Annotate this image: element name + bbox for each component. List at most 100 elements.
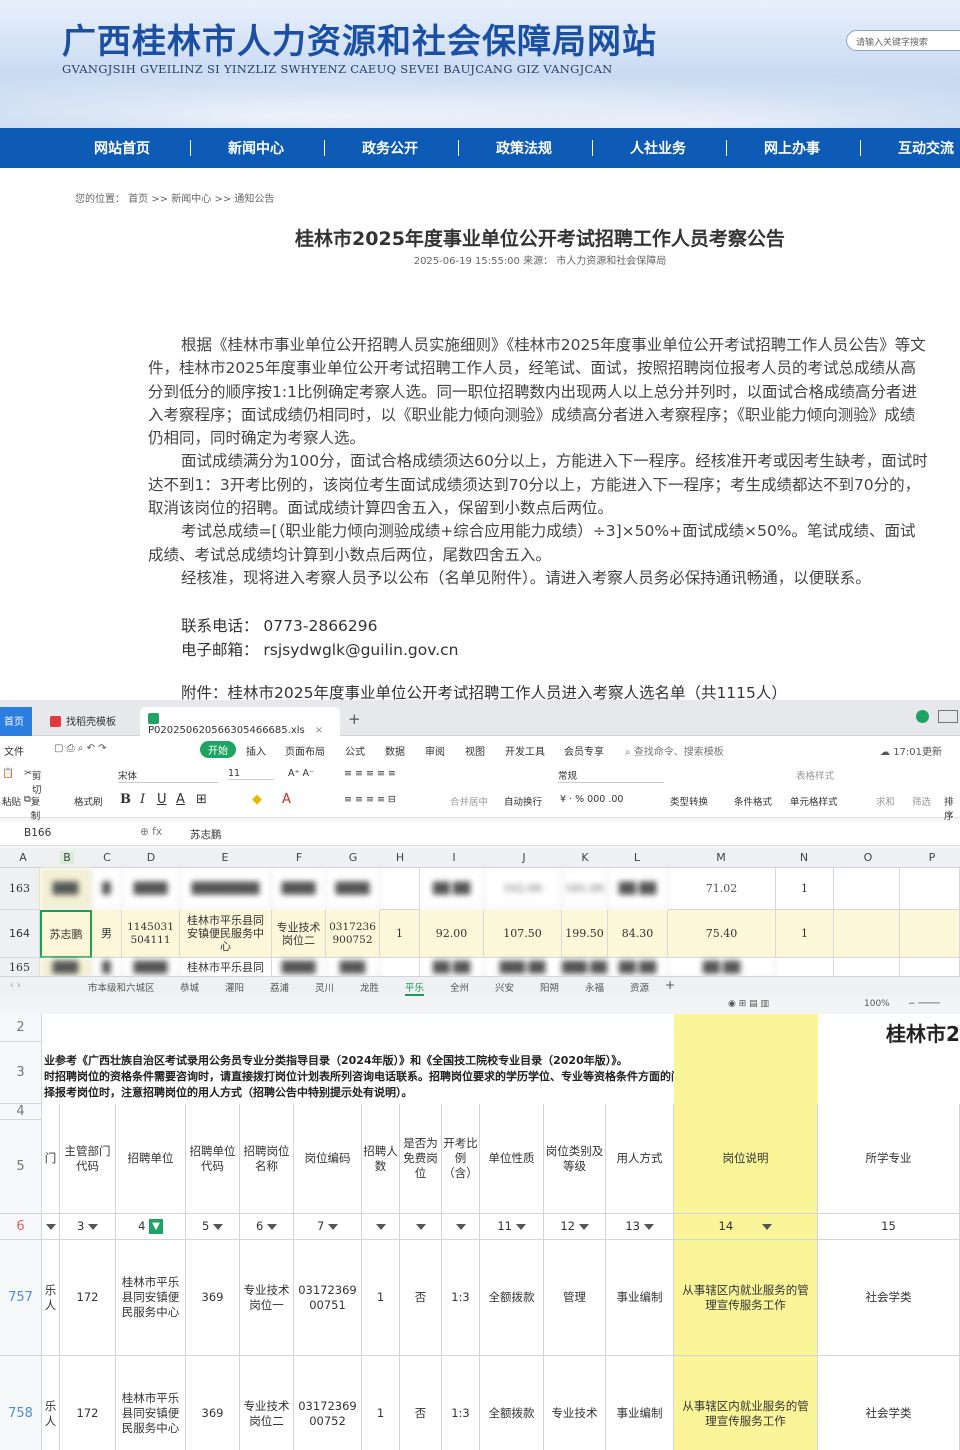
cell[interactable] (900, 868, 960, 910)
cell-unit-code[interactable]: 369 (186, 1356, 240, 1450)
column-header[interactable]: P (925, 851, 939, 864)
zoom-slider[interactable]: − ──── (908, 999, 940, 1009)
cell-desc[interactable]: 从事辖区内就业服务的管理宣传服务工作 (674, 1240, 818, 1356)
row-number[interactable]: 163 (0, 868, 40, 910)
cell[interactable] (380, 868, 420, 910)
paste-button[interactable]: 📋 (2, 768, 14, 779)
conditional-format-button[interactable]: 条件格式 (734, 794, 772, 808)
merge-button[interactable]: 合并居中 (450, 794, 488, 808)
menu-insert[interactable]: 插入 (246, 743, 266, 758)
row-number[interactable]: 6 (0, 1214, 42, 1240)
sheet-tab[interactable]: 市本级和六城区 (88, 980, 155, 994)
cell-unit[interactable]: 桂林市平乐县同 (180, 958, 272, 978)
cell-name-selected[interactable]: 苏志鹏 (40, 910, 92, 958)
zoom-level[interactable]: 100% (864, 999, 890, 1009)
active-filter-icon[interactable]: ▼ (149, 1219, 163, 1234)
font-select[interactable]: 宋体 (118, 768, 218, 783)
filter-cell[interactable] (362, 1214, 400, 1240)
cell-reference-box[interactable]: B166 (24, 827, 51, 839)
cell-post-code[interactable]: 0317236900751 (294, 1240, 362, 1356)
sheet-tab[interactable]: 恭城 (180, 980, 199, 994)
wrap-text-button[interactable]: 自动换行 (504, 794, 542, 808)
column-header[interactable]: H (393, 851, 407, 864)
cell-post[interactable]: 专业技术岗位二 (240, 1356, 294, 1450)
align-icons[interactable]: ≡ ≡ ≡ ≡ ≡ (344, 768, 396, 779)
cell-written[interactable]: 92.00 (420, 910, 484, 958)
sheet-tab[interactable]: 兴安 (495, 980, 514, 994)
filter-dropdown-icon[interactable] (515, 1223, 526, 1230)
cell-nature[interactable]: 全额拨款 (480, 1240, 544, 1356)
cell-comprehensive[interactable]: 107.50 (484, 910, 562, 958)
menu-page-layout[interactable]: 页面布局 (285, 743, 325, 758)
nav-home[interactable]: 网站首页 (94, 138, 150, 158)
row-number[interactable]: 757 (0, 1240, 42, 1356)
sheet-nav-arrows[interactable]: ‹ › (10, 980, 21, 991)
convert-button[interactable]: 类型转换 (670, 794, 708, 808)
sheet-tab[interactable]: 灌阳 (225, 980, 244, 994)
cell-total-written[interactable]: 199.50 (562, 910, 608, 958)
cell-hire[interactable]: 事业编制 (606, 1356, 674, 1450)
sheet-tab[interactable]: 龙胜 (360, 980, 379, 994)
filter-dropdown-icon[interactable] (455, 1223, 466, 1230)
font-color-icon[interactable]: A (282, 792, 291, 807)
sum-button[interactable]: 求和 (876, 794, 895, 808)
filter-cell[interactable]: 11 (480, 1214, 544, 1240)
cell-rank[interactable]: 1 (776, 868, 834, 910)
cell-ratio[interactable]: 1:3 (442, 1240, 480, 1356)
sheet-tab[interactable]: 荔浦 (270, 980, 289, 994)
menu-data[interactable]: 数据 (385, 743, 405, 758)
menu-dev-tools[interactable]: 开发工具 (505, 743, 545, 758)
sort-button[interactable]: 排序 (944, 794, 960, 822)
add-sheet-icon[interactable]: + (665, 978, 675, 992)
filter-cell[interactable]: 3 (60, 1214, 116, 1240)
column-header[interactable]: F (292, 851, 306, 864)
filter-cell[interactable] (442, 1214, 480, 1240)
column-header[interactable]: G (346, 851, 360, 864)
view-mode-icons[interactable]: ◉ ⊞ ▤ ▥ (728, 999, 769, 1009)
search-input[interactable]: 请输入关键字搜索 (846, 30, 960, 51)
cell-desc[interactable]: 从事辖区内就业服务的管理宣传服务工作 (674, 1356, 818, 1450)
sheet-tab-active[interactable]: 平乐 (405, 980, 425, 996)
column-header[interactable]: E (218, 851, 232, 864)
cell-category[interactable]: 专业技术 (544, 1356, 606, 1450)
row-number[interactable]: 165 (0, 958, 40, 978)
align-icons-2[interactable]: ≡ ≡ ≡ ≡ ⊟ (344, 794, 396, 805)
column-header[interactable]: I (447, 851, 461, 864)
filter-cell[interactable] (400, 1214, 442, 1240)
column-header[interactable]: M (714, 851, 728, 864)
cell-dept-code[interactable]: 172 (60, 1240, 116, 1356)
filter-cell[interactable]: 13 (606, 1214, 674, 1240)
filter-dropdown-icon[interactable] (327, 1223, 338, 1230)
cell-unit[interactable]: 桂林市平乐县同安镇便民服务中心 (116, 1356, 186, 1450)
cut-button[interactable]: ✂ 剪切 (24, 768, 41, 796)
cell[interactable] (900, 958, 960, 978)
column-header[interactable]: O (861, 851, 875, 864)
cell-total[interactable]: 75.40 (668, 910, 776, 958)
sheet-tab[interactable]: 全州 (450, 980, 469, 994)
cell-count[interactable]: 1 (362, 1240, 400, 1356)
cell-rank[interactable]: 1 (776, 910, 834, 958)
new-tab-icon[interactable]: + (348, 710, 361, 728)
nav-news[interactable]: 新闻中心 (228, 138, 284, 158)
cell-ratio[interactable]: 1:3 (442, 1356, 480, 1450)
cell[interactable] (380, 958, 420, 978)
number-format-select[interactable]: 常规 (558, 768, 664, 783)
filter-dropdown-icon[interactable] (45, 1223, 56, 1230)
row-number[interactable]: 164 (0, 910, 40, 958)
cell-post-code[interactable]: 0317236900752 (294, 1356, 362, 1450)
sheet-tab[interactable]: 阳朔 (540, 980, 559, 994)
nav-hr-business[interactable]: 人社业务 (630, 138, 686, 158)
cell-written[interactable]: 102.00 (484, 868, 562, 910)
row-number[interactable]: 3 (0, 1042, 42, 1104)
sheet-tab[interactable]: 资源 (630, 980, 649, 994)
column-header[interactable]: B (60, 851, 74, 864)
cell-dept[interactable]: 乐人 (42, 1240, 60, 1356)
cell-free[interactable]: 否 (400, 1356, 442, 1450)
cell-style-button[interactable]: 单元格样式 (790, 794, 838, 808)
row-number[interactable]: 758 (0, 1356, 42, 1450)
bold-button[interactable]: B (120, 792, 131, 807)
tab-template[interactable]: 找稻壳模板 (42, 707, 124, 736)
toolbar-quick-icons[interactable]: ▢ ⎙ ⌕ ↶ ↷ (54, 743, 107, 754)
fx-icon[interactable]: ⊕ fx (140, 826, 162, 838)
italic-button[interactable]: I (140, 792, 145, 807)
